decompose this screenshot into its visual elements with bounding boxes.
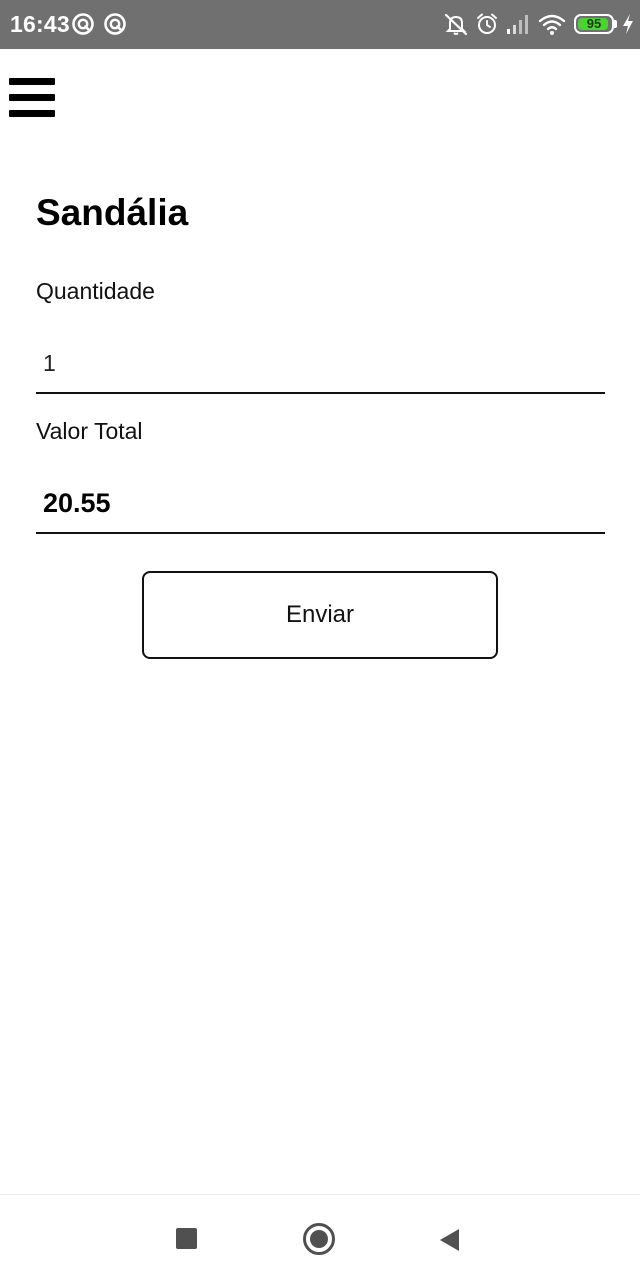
menu-bar-line: [9, 94, 55, 101]
quantity-input[interactable]: [36, 334, 605, 394]
navigation-bar: [0, 1194, 640, 1280]
app-screen: 16:43 95 Sandália Quantidade 1 Valor Tot…: [0, 0, 640, 1280]
charging-bolt-icon: [623, 14, 633, 34]
home-icon-inner: [310, 1230, 328, 1248]
quantity-label: Quantidade: [36, 278, 155, 304]
app-notification-icon: [104, 13, 126, 35]
total-value-label: Valor Total: [36, 418, 143, 444]
menu-bar-line: [9, 110, 55, 117]
status-time: 16:43: [10, 11, 70, 37]
battery-icon: 95: [574, 14, 617, 34]
battery-cap: [614, 20, 617, 28]
product-title: Sandália: [36, 192, 189, 233]
recent-apps-icon[interactable]: [176, 1228, 197, 1249]
home-icon[interactable]: [303, 1223, 335, 1255]
menu-bar-line: [9, 78, 55, 85]
notifications-muted-icon: [444, 13, 468, 36]
cellular-signal-icon: [507, 15, 528, 34]
total-value-input[interactable]: [36, 474, 605, 534]
alarm-clock-icon: [477, 13, 497, 34]
app-notification-icon: [72, 13, 94, 35]
wifi-icon: [538, 14, 566, 35]
battery-level: 95: [586, 16, 602, 31]
send-button[interactable]: Enviar: [142, 571, 498, 659]
back-icon[interactable]: [439, 1228, 460, 1252]
status-bar: 16:43 95: [0, 0, 640, 49]
hamburger-menu-icon[interactable]: [8, 78, 56, 120]
